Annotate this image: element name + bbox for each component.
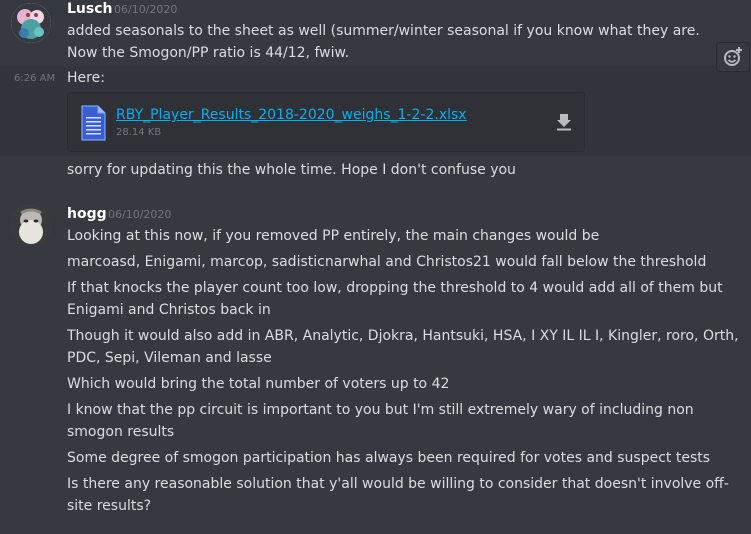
message-text: added seasonals to the sheet as well (su… [67,23,700,61]
message-text: Looking at this now, if you removed PP e… [67,228,600,244]
user-avatar-lusch[interactable] [11,3,51,43]
avatar-image [11,205,51,245]
message-text: Some degree of smogon participation has … [67,450,711,466]
message-author[interactable]: hogg [67,205,107,223]
attachment-filename-link[interactable]: RBY_Player_Results_2018-2020_weighs_1-2-… [116,107,467,123]
message-text: marcoasd, Enigami, marcop, sadisticnarwh… [67,254,707,270]
message-timestamp: 06/10/2020 [114,3,178,16]
message-timestamp: 06/10/2020 [108,208,172,221]
message-text: Is there any reasonable solution that y'… [67,476,729,514]
attachment-file-size: 28.14 KB [116,127,162,138]
avatar-image [11,3,51,43]
message-text: Here: [67,70,105,86]
file-attachment: RBY_Player_Results_2018-2020_weighs_1-2-… [67,92,585,152]
message-author[interactable]: Lusch [67,0,113,18]
message-text: Though it would also add in ABR, Analyti… [67,328,739,366]
message-text: sorry for updating this the whole time. … [67,162,516,178]
user-avatar-hogg[interactable] [11,205,51,245]
message-text: I know that the pp circuit is important … [67,402,694,440]
download-icon[interactable] [556,113,572,135]
message-text: If that knocks the player count too low,… [67,280,723,318]
message-hover-timestamp: 6:26 AM [14,73,56,84]
document-icon [80,105,106,145]
message-text: Which would bring the total number of vo… [67,376,450,392]
